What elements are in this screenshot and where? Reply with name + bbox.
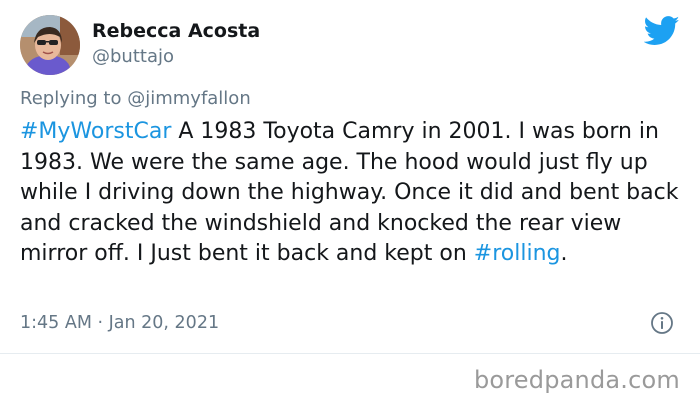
reply-context: Replying to @jimmyfallon bbox=[20, 88, 251, 109]
tweet-card: Rebecca Acosta @buttajo Replying to @jim… bbox=[0, 0, 700, 402]
reply-prefix: Replying to bbox=[20, 88, 122, 109]
reply-mention-link[interactable]: @jimmyfallon bbox=[127, 88, 251, 109]
tweet-end: . bbox=[560, 241, 568, 266]
twitter-bird-icon[interactable] bbox=[643, 16, 680, 46]
hashtag-link[interactable]: #rolling bbox=[474, 241, 561, 266]
author-handle[interactable]: @buttajo bbox=[92, 46, 174, 67]
author-name[interactable]: Rebecca Acosta bbox=[92, 20, 260, 42]
avatar[interactable] bbox=[20, 15, 80, 75]
tweet-text: #MyWorstCar A 1983 Toyota Camry in 2001.… bbox=[20, 117, 688, 270]
hashtag-link[interactable]: #MyWorstCar bbox=[20, 119, 171, 144]
watermark: boredpanda.com bbox=[473, 366, 680, 394]
divider bbox=[0, 353, 700, 354]
info-icon[interactable] bbox=[650, 311, 674, 335]
tweet-timestamp[interactable]: 1:45 AM · Jan 20, 2021 bbox=[20, 313, 219, 333]
